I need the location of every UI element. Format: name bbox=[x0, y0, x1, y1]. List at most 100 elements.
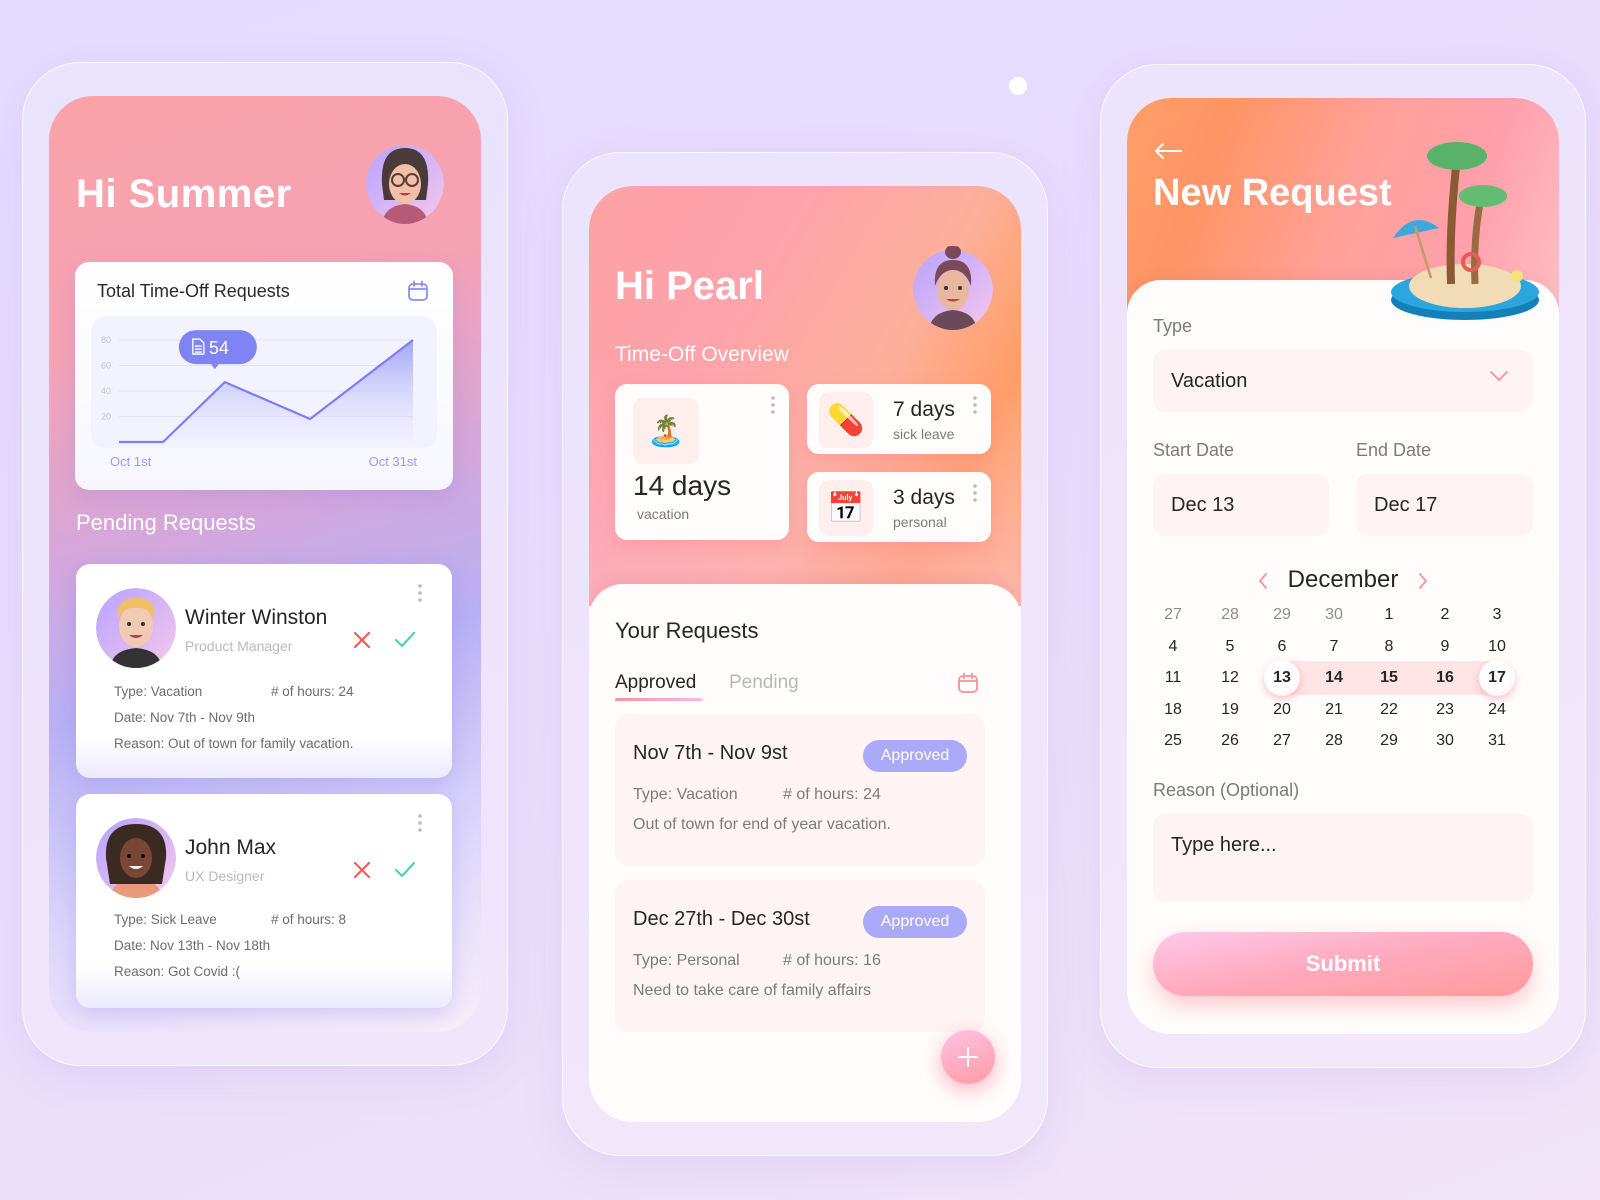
more-options-icon[interactable] bbox=[973, 484, 977, 502]
stat-value: 7 days bbox=[893, 398, 955, 421]
request-hours: # of hours: 16 bbox=[783, 952, 881, 969]
calendar-day[interactable]: 16 bbox=[1417, 663, 1473, 693]
approve-icon[interactable] bbox=[394, 630, 416, 650]
request-dates: Nov 7th - Nov 9st bbox=[633, 742, 788, 764]
calendar-day[interactable]: 14 bbox=[1306, 663, 1362, 693]
stat-value: 3 days bbox=[893, 486, 955, 509]
reject-icon[interactable] bbox=[352, 630, 372, 650]
approved-request-card[interactable]: Nov 7th - Nov 9st Approved Type: Vacatio… bbox=[615, 714, 985, 866]
stat-card-vacation[interactable]: 🏝️ 14 days vacation bbox=[615, 384, 789, 540]
calendar-3d-icon: 📅 bbox=[819, 480, 873, 536]
requester-avatar bbox=[96, 818, 176, 898]
calendar-day[interactable]: 25 bbox=[1145, 726, 1201, 756]
calendar-day[interactable]: 7 bbox=[1306, 632, 1362, 662]
start-date-field[interactable]: Dec 13 bbox=[1153, 474, 1329, 536]
more-options-icon[interactable] bbox=[973, 396, 977, 414]
status-badge: Approved bbox=[863, 906, 967, 938]
calendar-day[interactable]: 28 bbox=[1202, 600, 1258, 630]
calendar-day[interactable]: 28 bbox=[1306, 726, 1362, 756]
request-type: Type: Vacation bbox=[633, 786, 738, 803]
calendar-day[interactable]: 23 bbox=[1417, 695, 1473, 725]
calendar-day[interactable]: 21 bbox=[1306, 695, 1362, 725]
calendar-icon[interactable] bbox=[407, 280, 429, 302]
calendar-day[interactable]: 17 bbox=[1469, 663, 1525, 693]
add-request-button[interactable] bbox=[941, 1030, 995, 1084]
calendar-grid: 27 28 29 30 1 2 3 4 5 6 7 8 9 10 11 12 13 14 15 16 17 18 19 20 2… bbox=[1145, 600, 1545, 768]
greeting-title: Hi Summer bbox=[76, 172, 292, 216]
calendar-day[interactable]: 29 bbox=[1254, 600, 1310, 630]
month-label: December bbox=[1287, 566, 1399, 593]
calendar-icon[interactable] bbox=[957, 672, 979, 694]
island-illustration bbox=[1391, 142, 1539, 320]
greeting-title: Hi Pearl bbox=[615, 264, 764, 308]
stat-label: sick leave bbox=[893, 426, 955, 442]
calendar-day[interactable]: 10 bbox=[1469, 632, 1525, 662]
tab-pending[interactable]: Pending bbox=[729, 672, 799, 694]
stat-label: vacation bbox=[637, 506, 690, 522]
active-tab-indicator bbox=[615, 698, 702, 701]
calendar-day[interactable]: 12 bbox=[1202, 663, 1258, 693]
calendar-day[interactable]: 24 bbox=[1469, 695, 1525, 725]
approved-request-card[interactable]: Dec 27th - Dec 30st Approved Type: Perso… bbox=[615, 880, 985, 1032]
user-avatar[interactable] bbox=[366, 140, 444, 224]
calendar-day[interactable]: 31 bbox=[1469, 726, 1525, 756]
request-form: Type Vacation Start Date End Date Dec 13… bbox=[1127, 280, 1559, 1034]
calendar-day[interactable]: 29 bbox=[1361, 726, 1417, 756]
screen-employee-overview: Hi Pearl Time-Off Overview 🏝️ 14 days va… bbox=[589, 186, 1021, 1122]
request-reason: Out of town for end of year vacation. bbox=[633, 816, 891, 833]
tooltip-value: 54 bbox=[209, 338, 229, 358]
requester-name: John Max bbox=[185, 836, 277, 859]
requester-name: Winter Winston bbox=[185, 606, 328, 629]
calendar-day[interactable]: 27 bbox=[1254, 726, 1310, 756]
more-options-icon[interactable] bbox=[771, 396, 775, 414]
y-tick-label: 20 bbox=[101, 412, 111, 422]
calendar-day[interactable]: 18 bbox=[1145, 695, 1201, 725]
request-hours: # of hours: 24 bbox=[783, 786, 881, 803]
calendar-day[interactable]: 15 bbox=[1361, 663, 1417, 693]
next-month-icon[interactable] bbox=[1417, 572, 1429, 590]
request-type: Type: Sick Leave bbox=[114, 912, 217, 927]
start-date-label: Start Date bbox=[1153, 440, 1235, 460]
calendar-day[interactable]: 30 bbox=[1417, 726, 1473, 756]
request-date: Date: Nov 7th - Nov 9th bbox=[114, 710, 256, 725]
stat-card-personal[interactable]: 📅 3 days personal bbox=[807, 472, 991, 542]
reason-textarea[interactable]: Type here... bbox=[1153, 814, 1533, 902]
more-options-icon[interactable] bbox=[418, 814, 422, 832]
calendar-day[interactable]: 2 bbox=[1417, 600, 1473, 630]
calendar-day[interactable]: 8 bbox=[1361, 632, 1417, 662]
calendar-day[interactable]: 6 bbox=[1254, 632, 1310, 662]
total-requests-card: Total Time-Off Requests 20 40 60 80 54 Oct 1… bbox=[75, 262, 453, 490]
requester-role: UX Designer bbox=[185, 868, 265, 884]
calendar-day[interactable]: 13 bbox=[1254, 663, 1310, 693]
approve-icon[interactable] bbox=[394, 860, 416, 880]
month-navigator: December bbox=[1127, 564, 1559, 600]
calendar-day[interactable]: 11 bbox=[1145, 663, 1201, 693]
calendar-day[interactable]: 27 bbox=[1145, 600, 1201, 630]
y-tick-label: 40 bbox=[101, 386, 111, 396]
stat-label: personal bbox=[893, 514, 947, 530]
type-select[interactable]: Vacation bbox=[1153, 350, 1533, 412]
calendar-day[interactable]: 5 bbox=[1202, 632, 1258, 662]
calendar-day[interactable]: 19 bbox=[1202, 695, 1258, 725]
tab-approved[interactable]: Approved bbox=[615, 672, 696, 694]
calendar-day[interactable]: 22 bbox=[1361, 695, 1417, 725]
chart-tooltip: 54 bbox=[178, 330, 257, 370]
calendar-day[interactable]: 20 bbox=[1254, 695, 1310, 725]
request-hours: # of hours: 8 bbox=[271, 912, 347, 927]
submit-button[interactable]: Submit bbox=[1153, 932, 1533, 996]
calendar-day[interactable]: 3 bbox=[1469, 600, 1525, 630]
calendar-day[interactable]: 4 bbox=[1145, 632, 1201, 662]
calendar-day[interactable]: 1 bbox=[1361, 600, 1417, 630]
end-date-field[interactable]: Dec 17 bbox=[1356, 474, 1533, 536]
status-badge: Approved bbox=[863, 740, 967, 772]
reject-icon[interactable] bbox=[352, 860, 372, 880]
stat-card-sick-leave[interactable]: 💊 7 days sick leave bbox=[807, 384, 991, 454]
calendar-day[interactable]: 26 bbox=[1202, 726, 1258, 756]
calendar-day[interactable]: 30 bbox=[1306, 600, 1362, 630]
user-avatar[interactable] bbox=[913, 246, 993, 330]
request-reason: Reason: Out of town for family vacation. bbox=[114, 736, 354, 751]
stat-value: 14 days bbox=[633, 470, 732, 501]
back-arrow-icon[interactable] bbox=[1153, 142, 1183, 160]
more-options-icon[interactable] bbox=[418, 584, 422, 602]
calendar-day[interactable]: 9 bbox=[1417, 632, 1473, 662]
